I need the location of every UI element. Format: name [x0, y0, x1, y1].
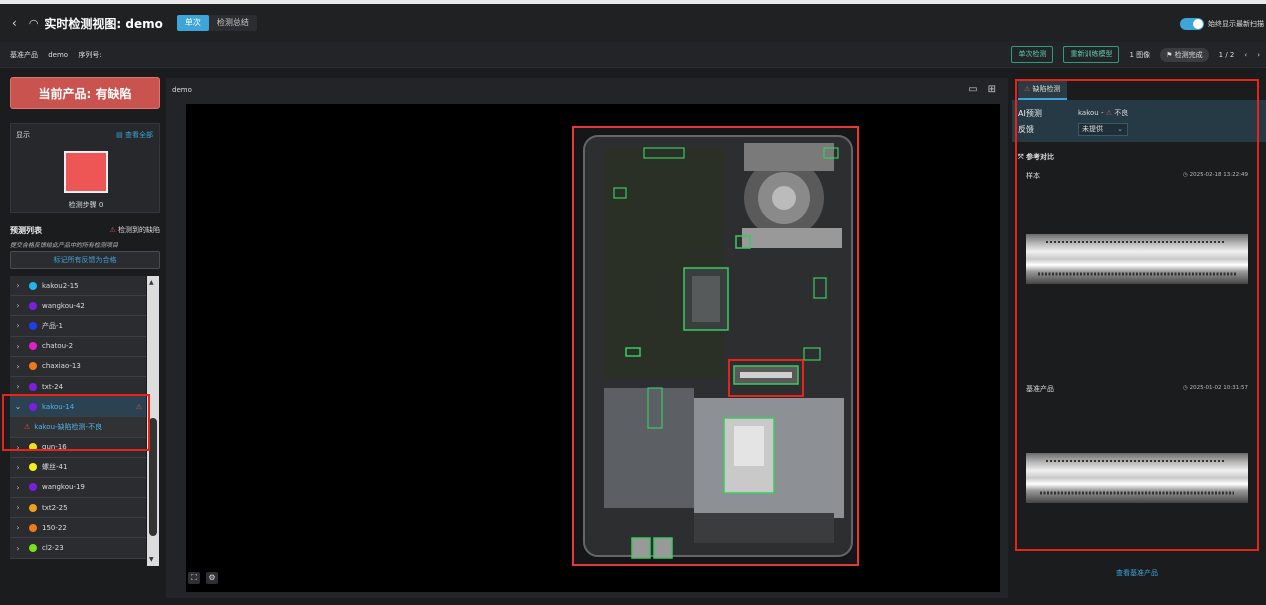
base-product-value: demo [48, 50, 69, 59]
step-label: 检测步骤 0 [68, 201, 104, 209]
top-bar: ‹ ◠ 实时检测视图: demo 单次 检测总结 始终显示最新扫描 [0, 0, 1266, 42]
color-dot [29, 362, 37, 371]
page-title: 实时检测视图: demo [44, 16, 163, 31]
color-dot [29, 281, 37, 290]
toolbar-actions: 单次检测 重新训练模型 1 图像 ⚑ 检测完成 1 / 2 ‹ › [1011, 46, 1260, 63]
list-item-label: 螺丝-41 [42, 463, 68, 472]
list-item[interactable]: › 产品-1 [10, 316, 146, 337]
image-viewer: demo ▭ ⊞ ⛶ ⚙ [166, 78, 1008, 598]
single-detect-button[interactable]: 单次检测 [1011, 46, 1054, 63]
view-base-product-link[interactable]: 查看基准产品 [1008, 568, 1266, 578]
color-dot [29, 382, 37, 391]
color-dot [29, 342, 37, 351]
left-panel: 当前产品: 有缺陷 显示 ▤ 查看全部 检测步骤 0 预测列表 ⚠ 检测到的缺陷… [0, 68, 166, 605]
step-swatch[interactable] [64, 151, 108, 193]
defect-warning: ⚠ 检测到的缺陷 [109, 225, 160, 235]
list-item[interactable]: › cl2-23 [10, 538, 146, 559]
list-item-label: cl2-23 [42, 544, 64, 553]
scrollbar-thumb[interactable] [149, 418, 157, 536]
list-item-label: chaxiao-13 [42, 362, 81, 371]
defect-banner: 当前产品: 有缺陷 [10, 77, 160, 109]
color-dot [29, 321, 37, 330]
fit-screen-icon[interactable]: ⛶ [188, 572, 200, 584]
list-item[interactable]: › txt2-25 [10, 498, 146, 519]
scroll-up-icon[interactable]: ▲ [149, 279, 154, 286]
list-item[interactable]: › chatou-2 [10, 336, 146, 357]
base-product-label: 基准产品 [10, 50, 38, 59]
view-all-link[interactable]: ▤ 查看全部 [116, 130, 153, 140]
chevron-right-icon[interactable]: › [10, 362, 26, 371]
display-card: 显示 ▤ 查看全部 检测步骤 0 [10, 123, 160, 213]
latest-scan-toggle[interactable] [1180, 18, 1204, 30]
list-item-label: 产品-1 [42, 321, 63, 330]
list-item[interactable]: › chaxiao-13 [10, 356, 146, 377]
chevron-right-icon[interactable]: › [10, 523, 26, 532]
list-item-label: txt-24 [42, 382, 64, 391]
list-item-label: kakou2-15 [42, 281, 79, 290]
color-dot [29, 483, 37, 492]
list-item-label: wangkou-19 [42, 483, 85, 492]
prediction-list-title: 预测列表 [10, 226, 42, 235]
warning-icon: ⚠ [109, 226, 116, 234]
chevron-right-icon[interactable]: › [10, 463, 26, 472]
list-item[interactable]: › wangkou-42 [10, 296, 146, 317]
image-canvas[interactable] [186, 104, 1000, 592]
status-badge: ⚑ 检测完成 [1160, 47, 1209, 62]
prev-icon[interactable]: ‹ [1244, 51, 1247, 59]
settings-icon[interactable]: ⚙ [206, 572, 218, 584]
latest-scan-toggle-wrap: 始终显示最新扫描 [1180, 18, 1264, 30]
back-icon[interactable]: ‹ [12, 16, 17, 30]
prediction-hint: 提交合格反馈给此产品中的所有检测项目 [10, 242, 119, 249]
single-view-icon[interactable]: ▭ [968, 84, 977, 95]
color-dot [29, 544, 37, 553]
toggle-label: 始终显示最新扫描 [1208, 20, 1264, 28]
chevron-right-icon[interactable]: › [10, 382, 26, 391]
retrain-model-button[interactable]: 重新训练模型 [1063, 46, 1120, 63]
scroll-down-icon[interactable]: ▼ [149, 556, 154, 563]
list-item-label: wangkou-42 [42, 301, 85, 310]
canvas-tools: ⛶ ⚙ [188, 572, 218, 584]
color-dot [29, 301, 37, 310]
pcb-drawing [574, 128, 857, 564]
list-item-label: txt2-25 [42, 503, 68, 512]
color-dot [29, 523, 37, 532]
list-item-label: 150-22 [42, 523, 67, 532]
sub-bar: 基准产品 demo 序列号: 单次检测 重新训练模型 1 图像 ⚑ 检测完成 1… [0, 42, 1266, 68]
chevron-right-icon[interactable]: › [10, 281, 26, 290]
reference-highlight [1015, 79, 1259, 551]
chevron-right-icon[interactable]: › [10, 544, 26, 553]
selection-highlight [2, 394, 150, 451]
display-label: 显示 [16, 131, 30, 139]
serial-label: 序列号: [78, 50, 102, 59]
list-item[interactable]: › kakou2-15 [10, 276, 146, 297]
view-tabs: 单次 检测总结 [176, 15, 257, 31]
list-item[interactable]: › wangkou-19 [10, 477, 146, 499]
defect-warning-text: 检测到的缺陷 [118, 226, 160, 234]
mark-all-ok-button[interactable]: 标记所有反馈为合格 [10, 251, 160, 269]
chevron-right-icon[interactable]: › [10, 483, 26, 492]
image-count: 1 图像 [1129, 50, 1151, 59]
page-indicator: 1 / 2 [1218, 50, 1235, 59]
list-item-label: chatou-2 [42, 342, 74, 351]
tab-summary[interactable]: 检测总结 [209, 15, 257, 31]
list-item[interactable]: › 螺丝-41 [10, 457, 146, 478]
chevron-right-icon[interactable]: › [10, 503, 26, 512]
grid-view-icon[interactable]: ⊞ [988, 84, 996, 95]
chevron-right-icon[interactable]: › [10, 321, 26, 330]
next-icon[interactable]: › [1257, 51, 1260, 59]
chevron-right-icon[interactable]: › [10, 301, 26, 310]
tab-single[interactable]: 单次 [176, 15, 209, 31]
product-info: 基准产品 demo 序列号: [10, 50, 110, 60]
pcb-image[interactable] [572, 126, 859, 566]
viewer-title: demo [172, 86, 192, 94]
color-dot [29, 463, 37, 472]
chevron-right-icon[interactable]: › [10, 342, 26, 351]
list-item[interactable]: › 150-22 [10, 518, 146, 539]
viewer-icons: ▭ ⊞ [968, 84, 996, 95]
gauge-icon: ◠ [28, 16, 39, 30]
color-dot [29, 503, 37, 512]
